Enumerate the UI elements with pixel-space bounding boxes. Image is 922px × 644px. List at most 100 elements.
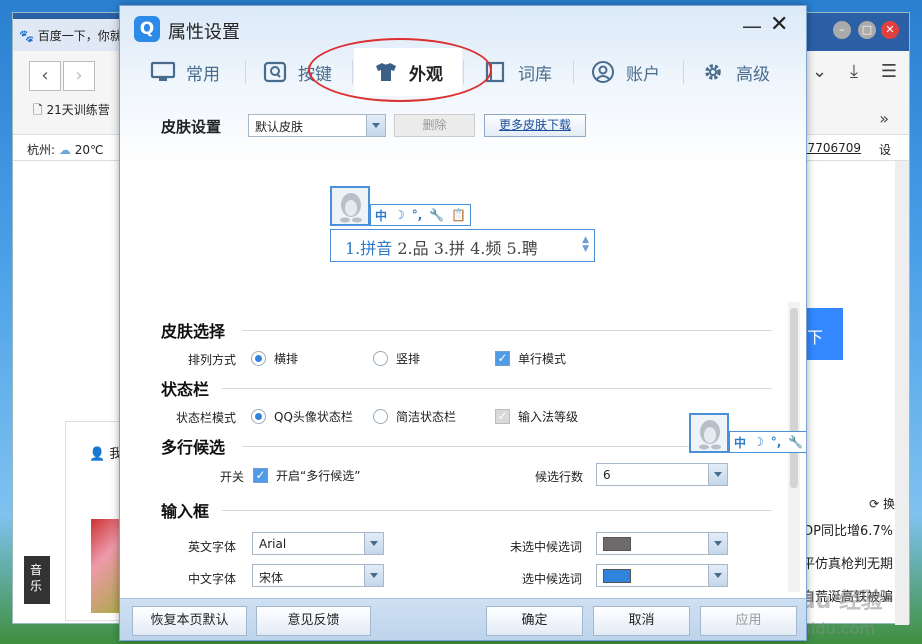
tab-advanced[interactable]: 高级: [700, 48, 800, 96]
baidu-icon: 🐾: [19, 29, 34, 43]
radio-unselected[interactable]: [373, 351, 388, 366]
page-icon: 🗋: [33, 103, 43, 117]
clipboard-icon[interactable]: 📋: [451, 208, 466, 222]
refresh-news-button[interactable]: ⟳ 换: [869, 495, 895, 512]
refresh-icon: ⟳: [869, 497, 880, 511]
settings-link[interactable]: 设: [879, 141, 891, 158]
tab-dictionary[interactable]: 词库: [482, 48, 582, 96]
dialog-title: 属性设置: [168, 22, 240, 43]
skin-dropdown[interactable]: 默认皮肤: [248, 114, 386, 137]
qq-avatar-statusbar-radio[interactable]: QQ头像状态栏: [251, 408, 353, 425]
enable-multi-candidate-checkbox[interactable]: ✓ 开启“多行候选”: [253, 467, 360, 484]
qq-avatar[interactable]: [689, 413, 729, 453]
penguin-icon: [699, 420, 721, 450]
radio-selected[interactable]: [251, 351, 266, 366]
tab-label: 常用: [186, 64, 220, 85]
chinese-mode-toggle[interactable]: 中: [734, 434, 746, 451]
forward-button[interactable]: ›: [63, 61, 95, 91]
chevron-down-icon[interactable]: [364, 565, 383, 586]
section-divider: [222, 510, 772, 511]
simple-statusbar-radio[interactable]: 简洁状态栏: [373, 408, 456, 425]
chevron-down-icon[interactable]: [708, 533, 727, 554]
chinese-font-dropdown[interactable]: 宋体: [252, 564, 384, 587]
tab-common[interactable]: 常用: [150, 48, 270, 96]
single-line-label: 单行模式: [518, 352, 567, 366]
chevron-down-icon[interactable]: [366, 115, 385, 136]
vertical-label: 竖排: [396, 352, 421, 366]
weather-temperature: 20℃: [74, 143, 104, 157]
page-scrollbar[interactable]: [895, 161, 909, 625]
candidate-item: 5.聘: [506, 239, 538, 258]
tab-label: 高级: [736, 64, 770, 85]
refresh-label: 换: [882, 497, 895, 511]
minimize-button[interactable]: —: [742, 14, 762, 38]
qq-avatar-statusbar-label: QQ头像状态栏: [274, 410, 353, 424]
qq-avatar: [330, 186, 370, 226]
penguin-icon: [340, 193, 362, 223]
browser-tab[interactable]: 🐾 百度一下，你就: [13, 19, 123, 51]
color-swatch: [603, 537, 631, 551]
feedback-button[interactable]: 意见反馈: [256, 606, 371, 636]
english-font-label: 英文字体: [188, 540, 237, 554]
wrench-icon[interactable]: 🔧: [788, 435, 803, 449]
chevron-down-icon[interactable]: [364, 533, 383, 554]
chevron-down-icon[interactable]: ⌄: [812, 61, 827, 82]
cancel-button[interactable]: 取消: [593, 606, 690, 636]
punctuation-toggle[interactable]: °,: [412, 208, 423, 222]
english-font-dropdown[interactable]: Arial: [252, 532, 384, 555]
more-bookmarks-icon[interactable]: »: [879, 109, 889, 128]
candidate-rows-label: 候选行数: [535, 470, 584, 484]
ime-level-label: 输入法等级: [518, 410, 579, 424]
tab-label: 账户: [626, 64, 660, 85]
skin-settings-label: 皮肤设置: [161, 118, 222, 136]
radio-unselected[interactable]: [373, 409, 388, 424]
news-item[interactable]: GDP同比增6.7%: [793, 520, 893, 539]
ime-level-checkbox: ✓ 输入法等级: [495, 408, 578, 425]
browser-maximize-button[interactable]: □: [858, 21, 876, 39]
candidate-rows-dropdown[interactable]: 6: [596, 463, 728, 486]
checkmark-icon: ✓: [495, 409, 510, 424]
checkmark-icon[interactable]: ✓: [253, 468, 268, 483]
ok-button[interactable]: 确定: [486, 606, 583, 636]
more-skins-download-button[interactable]: 更多皮肤下载: [484, 114, 586, 137]
bookmark-label: 21天训练营: [46, 103, 110, 117]
news-item[interactable]: 平仿真枪判无期: [802, 553, 893, 572]
horizontal-radio[interactable]: 横排: [251, 350, 298, 367]
chevron-down-icon[interactable]: [708, 464, 727, 485]
settings-scrollbar-thumb[interactable]: [790, 308, 798, 488]
punctuation-toggle[interactable]: °,: [771, 435, 782, 449]
back-button[interactable]: ‹: [29, 61, 61, 91]
vertical-radio[interactable]: 竖排: [373, 350, 420, 367]
candidate-item: 1.拼音: [345, 239, 393, 258]
browser-minimize-button[interactable]: –: [833, 21, 851, 39]
checkmark-icon[interactable]: ✓: [495, 351, 510, 366]
section-input-box-title: 输入框: [161, 502, 210, 521]
selected-color-picker[interactable]: [596, 564, 728, 587]
phone-link[interactable]: 47706709: [800, 141, 861, 155]
moon-icon[interactable]: ☽: [394, 208, 405, 222]
chevron-down-icon[interactable]: [708, 565, 727, 586]
chinese-font-value: 宋体: [259, 571, 284, 585]
search-button[interactable]: 下: [801, 308, 843, 360]
menu-icon[interactable]: ☰: [881, 61, 897, 82]
delete-skin-button[interactable]: 删除: [394, 114, 475, 137]
apply-button[interactable]: 应用: [700, 606, 797, 636]
wrench-icon[interactable]: 🔧: [429, 208, 444, 222]
download-icon[interactable]: ⤓: [850, 61, 858, 82]
single-line-checkbox[interactable]: ✓ 单行模式: [495, 350, 566, 367]
moon-icon[interactable]: ☽: [753, 435, 764, 449]
candidate-item: 4.频: [470, 239, 502, 258]
tab-account[interactable]: 账户: [590, 48, 690, 96]
browser-close-button[interactable]: ✕: [881, 21, 899, 39]
unselected-color-picker[interactable]: [596, 532, 728, 555]
bookmark-item[interactable]: 🗋 21天训练营: [33, 101, 110, 122]
skin-settings-row: 皮肤设置 默认皮肤 删除 更多皮肤下载: [120, 114, 806, 140]
restore-defaults-button[interactable]: 恢复本页默认: [132, 606, 247, 636]
browser-tools: ⌄ ⤓ ☰: [812, 61, 897, 82]
close-button[interactable]: ✕: [770, 12, 788, 37]
chinese-mode-toggle[interactable]: 中: [375, 207, 387, 224]
music-button[interactable]: 音乐: [24, 556, 50, 604]
section-divider: [222, 388, 772, 389]
key-icon: [263, 61, 287, 83]
radio-selected[interactable]: [251, 409, 266, 424]
